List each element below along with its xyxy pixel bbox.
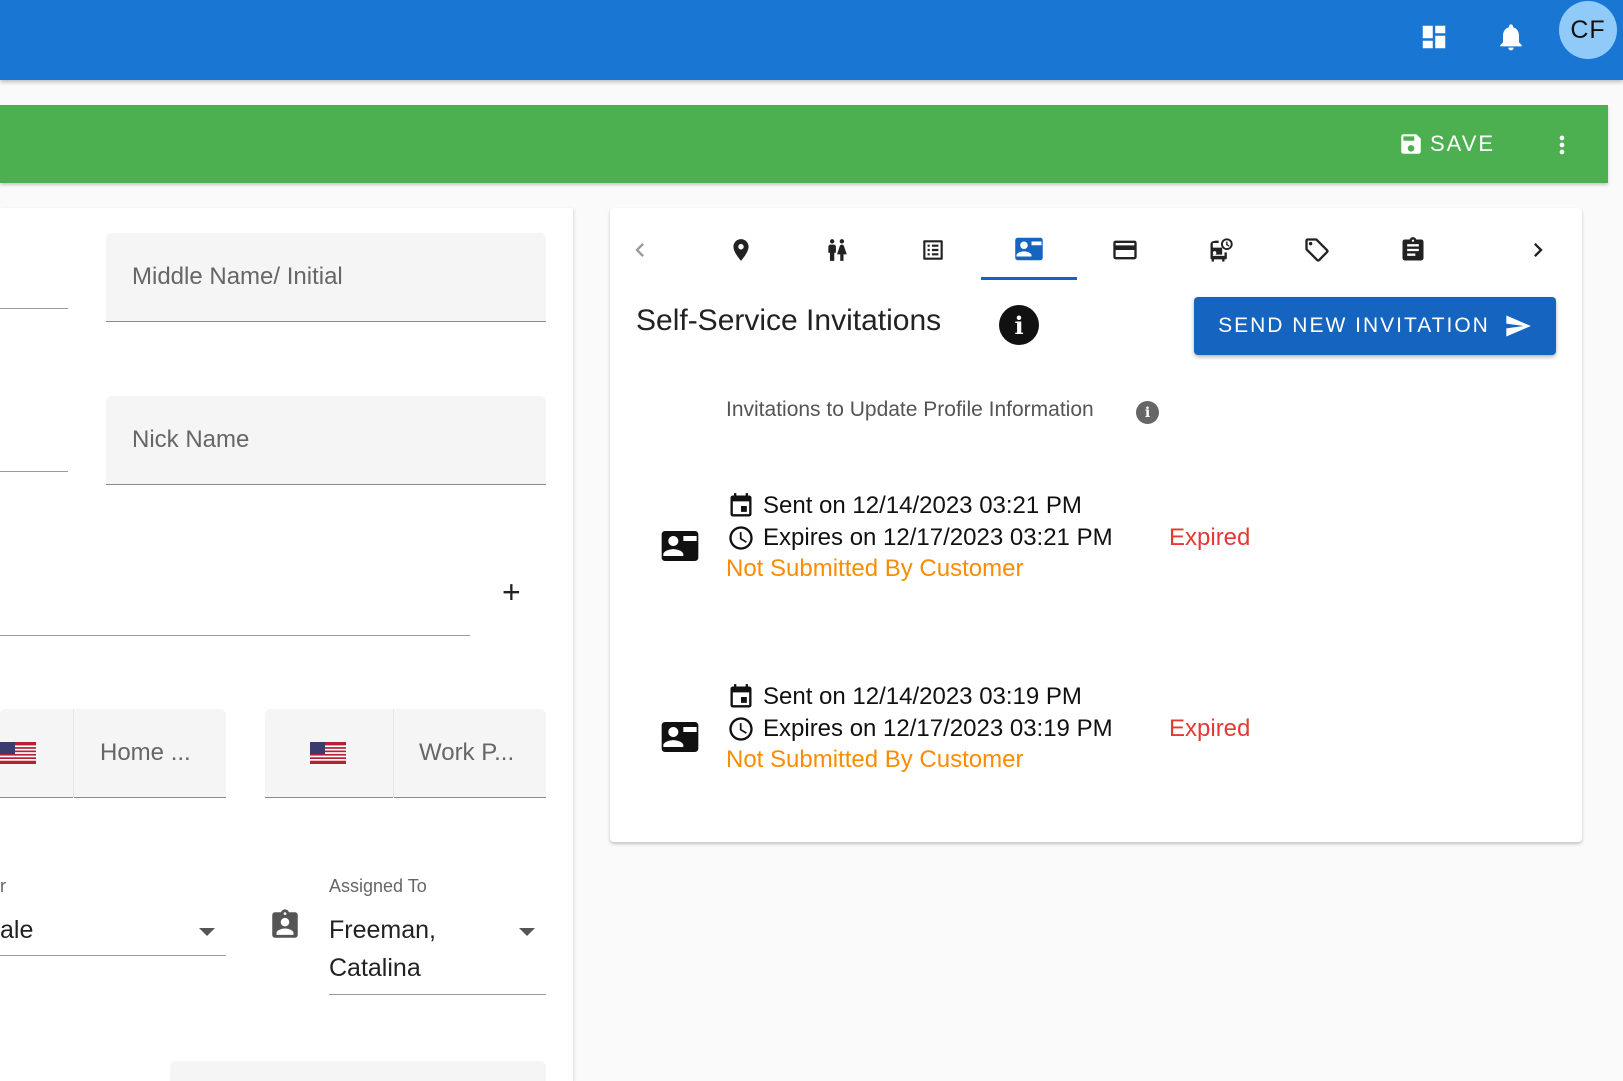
nick-name-field[interactable]: Nick Name	[106, 396, 546, 485]
left-select-value: ale	[0, 916, 34, 944]
status-badge: Expired	[1169, 524, 1251, 551]
tab-payment[interactable]	[1077, 220, 1173, 280]
clipboard-icon	[1402, 237, 1424, 261]
chevron-right-icon	[1534, 243, 1543, 257]
save-label: SAVE	[1430, 131, 1496, 156]
save-icon	[1401, 134, 1421, 154]
people-icon	[828, 239, 847, 261]
contact-card-icon	[1015, 237, 1043, 260]
info-icon[interactable]: i	[999, 305, 1039, 345]
submission-status: Not Submitted By Customer	[726, 746, 1024, 773]
chevron-down-icon	[199, 928, 215, 936]
first-name-field[interactable]	[0, 208, 68, 309]
last-name-field[interactable]	[0, 408, 68, 472]
send-new-invitation-label: SEND NEW INVITATION	[1218, 314, 1490, 337]
home-phone-field[interactable]: Home ...	[0, 709, 226, 798]
nick-name-placeholder: Nick Name	[132, 426, 250, 453]
action-bar: SAVE	[0, 105, 1608, 183]
expires-date: Expires on 12/17/2023 03:21 PM	[763, 524, 1113, 551]
contact-card-icon	[661, 722, 699, 752]
tab-transport[interactable]	[1173, 220, 1269, 280]
tab-self-service[interactable]	[981, 220, 1077, 280]
tab-checklist[interactable]	[885, 220, 981, 280]
chevron-left-icon	[635, 243, 644, 257]
clock-icon	[729, 526, 753, 550]
tab-relationships[interactable]	[789, 220, 885, 280]
invitation-item: Sent on 12/14/2023 03:21 PM Expires on 1…	[610, 488, 1550, 598]
assigned-to-value-line1: Freeman,	[329, 916, 436, 944]
tab-tags[interactable]	[1269, 220, 1365, 280]
expires-date: Expires on 12/17/2023 03:19 PM	[763, 715, 1113, 742]
tab-address[interactable]	[693, 220, 789, 280]
dashboard-icon[interactable]	[1409, 12, 1459, 62]
tab-scroll-right[interactable]	[1508, 220, 1568, 280]
work-phone-field[interactable]: Work P...	[265, 709, 546, 798]
submission-status: Not Submitted By Customer	[726, 555, 1024, 582]
send-new-invitation-button[interactable]: SEND NEW INVITATION	[1194, 297, 1556, 355]
list-icon	[923, 240, 943, 260]
middle-name-field[interactable]: Middle Name/ Initial	[106, 233, 546, 322]
sent-row: Sent on 12/14/2023 03:19 PM	[727, 683, 1082, 711]
avatar[interactable]: CF	[1559, 1, 1617, 59]
bus-clock-icon	[1210, 238, 1233, 262]
invitations-card: Self-Service Invitations i SEND NEW INVI…	[610, 208, 1582, 842]
tab-notes[interactable]	[1365, 220, 1461, 280]
invitations-subtitle: Invitations to Update Profile Informatio…	[726, 398, 1094, 421]
credit-card-icon	[1113, 240, 1137, 260]
expires-row: Expires on 12/17/2023 03:19 PM	[727, 715, 1113, 743]
profile-form-card: Middle Name/ Initial Nick Name + Home ..…	[0, 208, 573, 1081]
us-flag-icon	[310, 742, 346, 764]
tag-icon	[1305, 238, 1329, 262]
send-icon	[1506, 315, 1531, 337]
top-app-bar: CF	[0, 0, 1623, 80]
chevron-down-icon	[519, 928, 535, 936]
sent-row: Sent on 12/14/2023 03:21 PM	[727, 492, 1082, 520]
bell-icon[interactable]	[1486, 12, 1536, 62]
tab-scroll-left[interactable]	[610, 220, 670, 280]
map-pin-icon	[733, 239, 749, 261]
status-badge: Expired	[1169, 715, 1251, 742]
us-flag-icon	[0, 742, 36, 764]
assigned-to-value-line2: Catalina	[329, 954, 421, 982]
contact-card-icon	[661, 531, 699, 561]
section-title: Self-Service Invitations	[636, 304, 942, 337]
assigned-person-icon	[272, 909, 298, 938]
clock-icon	[729, 717, 753, 741]
info-icon[interactable]: i	[1136, 401, 1159, 424]
email-field[interactable]	[0, 578, 470, 636]
left-select[interactable]: ale	[0, 894, 226, 956]
add-email-button[interactable]: +	[502, 576, 521, 608]
middle-name-placeholder: Middle Name/ Initial	[132, 263, 343, 290]
save-button[interactable]: SAVE	[1398, 123, 1495, 165]
sent-date: Sent on 12/14/2023 03:19 PM	[763, 683, 1082, 710]
expires-row: Expires on 12/17/2023 03:21 PM	[727, 524, 1113, 552]
home-phone-label: Home ...	[100, 739, 191, 766]
sent-date: Sent on 12/14/2023 03:21 PM	[763, 492, 1082, 519]
calendar-icon	[730, 493, 752, 517]
work-phone-label: Work P...	[419, 739, 515, 766]
more-options-icon[interactable]	[1545, 125, 1579, 165]
assigned-to-select[interactable]: Freeman, Catalina	[329, 894, 546, 995]
calendar-icon	[730, 684, 752, 708]
invitation-item: Sent on 12/14/2023 03:19 PM Expires on 1…	[610, 679, 1550, 789]
next-field[interactable]	[170, 1061, 546, 1081]
